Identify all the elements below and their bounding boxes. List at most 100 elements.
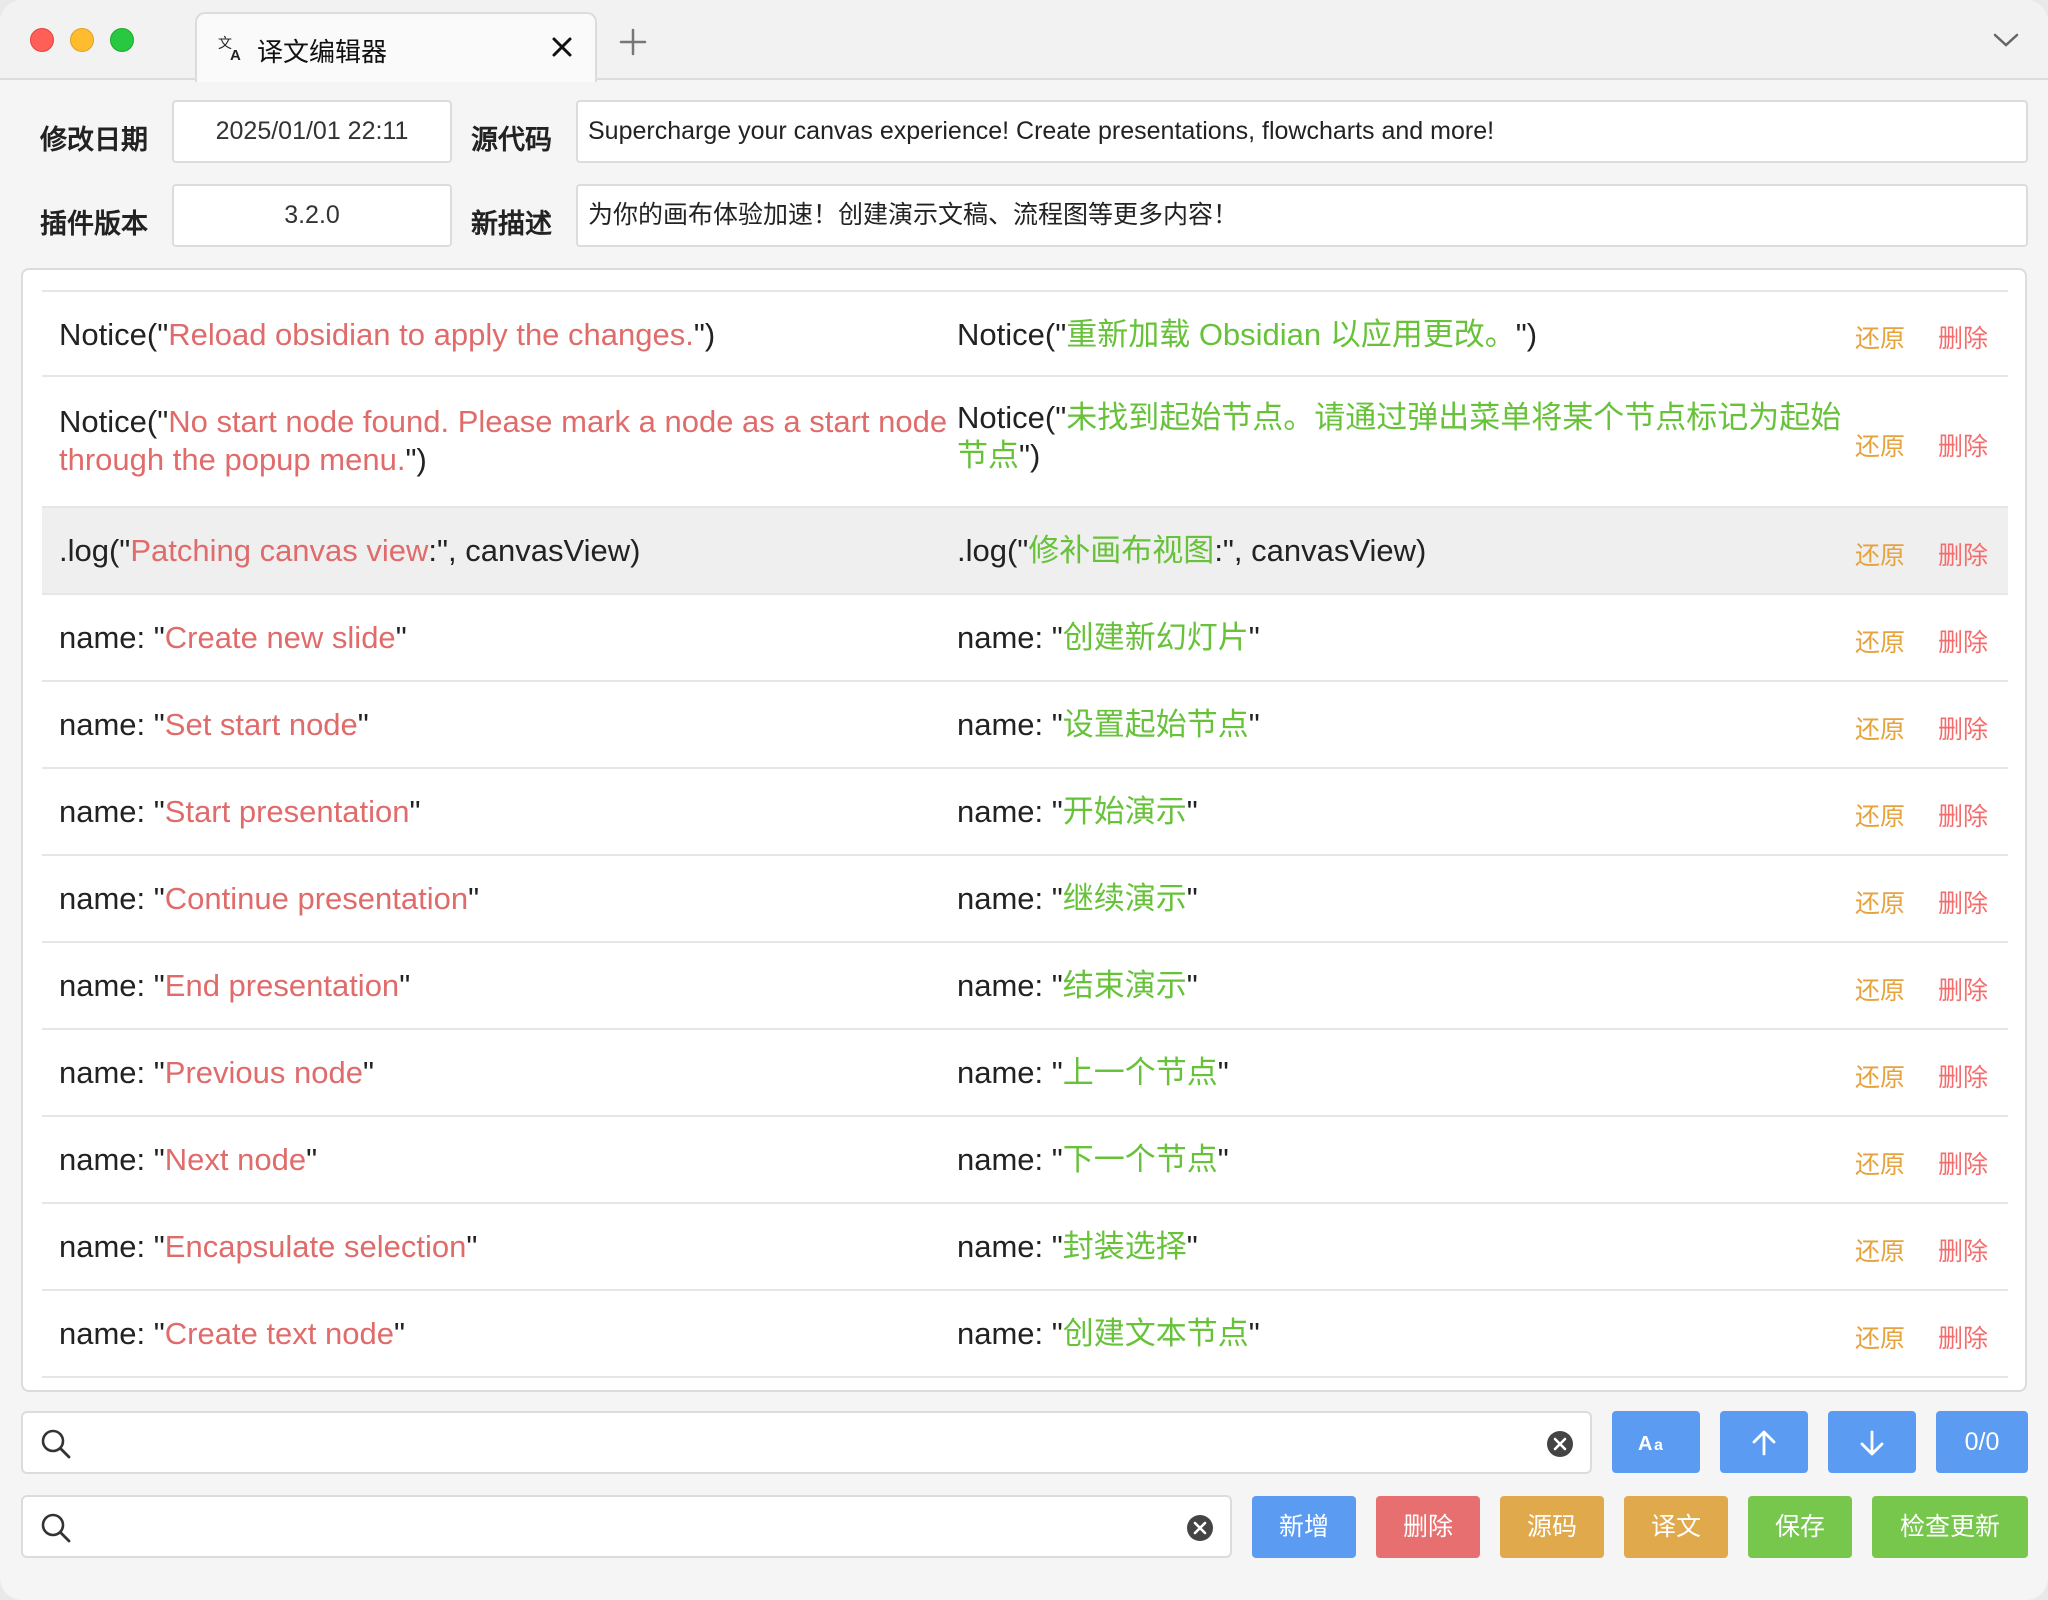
translation-list[interactable]: Notice("Reload obsidian to apply the cha… xyxy=(42,290,2008,1380)
table-row[interactable]: name: "Next node" name: "下一个节点" 还原 删除 xyxy=(42,1117,2008,1204)
delete-button[interactable]: 删除 xyxy=(1376,1496,1480,1558)
filter-input[interactable] xyxy=(83,1507,1163,1547)
source-cell[interactable]: name: "Continue presentation" xyxy=(59,880,949,918)
source-description-field[interactable]: Supercharge your canvas experience! Crea… xyxy=(576,100,2028,163)
match-case-button[interactable]: A a xyxy=(1612,1411,1700,1473)
table-row[interactable]: name: "End presentation" name: "结束演示" 还原 删除 xyxy=(42,943,2008,1030)
restore-link[interactable]: 还原 xyxy=(1855,797,1905,833)
source-cell[interactable]: name: "Encapsulate selection" xyxy=(59,1228,949,1266)
restore-link[interactable]: 还原 xyxy=(1855,427,1905,463)
table-row[interactable]: name: "Set start node" name: "设置起始节点" 还原 删除 xyxy=(42,682,2008,769)
table-row[interactable]: name: "Previous node" name: "上一个节点" 还原 删除 xyxy=(42,1030,2008,1117)
delete-link[interactable]: 删除 xyxy=(1938,884,1988,920)
delete-link[interactable]: 删除 xyxy=(1938,710,1988,746)
table-row[interactable]: name: "Create new slide" name: "创建新幻灯片" 还原… xyxy=(42,595,2008,682)
source-cell[interactable]: name: "Previous node" xyxy=(59,1054,949,1092)
check-update-button[interactable]: 检查更新 xyxy=(1872,1496,2028,1558)
restore-link[interactable]: 还原 xyxy=(1855,536,1905,572)
translation-cell[interactable]: .log("修补画布视图:", canvasView) xyxy=(957,532,1847,570)
translation-cell[interactable]: name: "结束演示" xyxy=(957,967,1847,1005)
restore-link[interactable]: 还原 xyxy=(1855,1145,1905,1181)
translation-prefix: name: " xyxy=(957,1229,1063,1264)
translation-cell[interactable]: name: "上一个节点" xyxy=(957,1054,1847,1092)
table-row[interactable]: name: "Continue presentation" name: "继续演示… xyxy=(42,856,2008,943)
save-button[interactable]: 保存 xyxy=(1748,1496,1852,1558)
translation-suffix: ") xyxy=(1019,438,1041,473)
source-text: Set start node xyxy=(164,707,358,742)
source-prefix: .log(" xyxy=(59,533,131,568)
table-row[interactable]: Notice("Reload obsidian to apply the cha… xyxy=(42,292,2008,377)
translation-suffix: " xyxy=(1248,1316,1260,1351)
source-cell[interactable]: Notice("No start node found. Please mark… xyxy=(59,403,949,479)
delete-link[interactable]: 删除 xyxy=(1938,1145,1988,1181)
translation-cell[interactable]: name: "创建文本节点" xyxy=(957,1315,1847,1353)
translation-cell[interactable]: Notice("未找到起始节点。请通过弹出菜单将某个节点标记为起始节点") xyxy=(957,399,1847,475)
find-input[interactable] xyxy=(83,1423,1513,1463)
translation-cell[interactable]: name: "封装选择" xyxy=(957,1228,1847,1266)
translation-cell[interactable]: name: "下一个节点" xyxy=(957,1141,1847,1179)
restore-link[interactable]: 还原 xyxy=(1855,971,1905,1007)
source-cell[interactable]: name: "Next node" xyxy=(59,1141,949,1179)
minimize-window-button[interactable] xyxy=(70,28,94,52)
source-cell[interactable]: Notice("Reload obsidian to apply the cha… xyxy=(59,316,949,354)
restore-link[interactable]: 还原 xyxy=(1855,884,1905,920)
table-row[interactable]: Notice("No start node found. Please mark… xyxy=(42,377,2008,508)
previous-match-button[interactable] xyxy=(1720,1411,1808,1473)
restore-link[interactable]: 还原 xyxy=(1855,1232,1905,1268)
translation-cell[interactable]: name: "创建新幻灯片" xyxy=(957,619,1847,657)
restore-link[interactable]: 还原 xyxy=(1855,623,1905,659)
restore-link[interactable]: 还原 xyxy=(1855,1319,1905,1355)
delete-link[interactable]: 删除 xyxy=(1938,1232,1988,1268)
restore-link[interactable]: 还原 xyxy=(1855,710,1905,746)
source-prefix: Notice(" xyxy=(59,404,169,439)
translation-suffix: " xyxy=(1186,794,1198,829)
source-cell[interactable]: name: "Start presentation" xyxy=(59,793,949,831)
restore-link[interactable]: 还原 xyxy=(1855,319,1905,355)
table-row[interactable]: .log("Patching canvas view:", canvasView… xyxy=(42,508,2008,595)
delete-link[interactable]: 删除 xyxy=(1938,427,1988,463)
delete-link[interactable]: 删除 xyxy=(1938,971,1988,1007)
delete-link[interactable]: 删除 xyxy=(1938,623,1988,659)
translation-cell[interactable]: Notice("重新加载 Obsidian 以应用更改。") xyxy=(957,316,1847,354)
source-suffix: :", canvasView) xyxy=(428,533,641,568)
add-button[interactable]: 新增 xyxy=(1252,1496,1356,1558)
source-cell[interactable]: name: "Create new slide" xyxy=(59,619,949,657)
source-cell[interactable]: name: "Set start node" xyxy=(59,706,949,744)
source-cell[interactable]: .log("Patching canvas view:", canvasView… xyxy=(59,532,949,570)
new-tab-icon[interactable] xyxy=(617,26,649,58)
close-tab-icon[interactable] xyxy=(547,32,577,62)
svg-text:A: A xyxy=(1638,1433,1652,1455)
source-button[interactable]: 源码 xyxy=(1500,1496,1604,1558)
delete-link[interactable]: 删除 xyxy=(1938,536,1988,572)
translation-cell[interactable]: name: "开始演示" xyxy=(957,793,1847,831)
zoom-window-button[interactable] xyxy=(110,28,134,52)
table-row[interactable]: name: "Start presentation" name: "开始演示" 还原… xyxy=(42,769,2008,856)
source-prefix: name: " xyxy=(59,707,165,742)
source-prefix: Notice(" xyxy=(59,317,169,352)
delete-link[interactable]: 删除 xyxy=(1938,1058,1988,1094)
translation-button[interactable]: 译文 xyxy=(1624,1496,1728,1558)
clear-find-icon[interactable] xyxy=(1546,1430,1574,1458)
close-window-button[interactable] xyxy=(30,28,54,52)
translation-suffix: " xyxy=(1217,1055,1229,1090)
source-cell[interactable]: name: "Create text node" xyxy=(59,1315,949,1353)
next-match-button[interactable] xyxy=(1828,1411,1916,1473)
source-suffix: " xyxy=(362,1055,374,1090)
translation-cell[interactable]: name: "设置起始节点" xyxy=(957,706,1847,744)
clear-filter-icon[interactable] xyxy=(1186,1514,1214,1542)
table-row[interactable]: name: "Encapsulate selection" name: "封装选择… xyxy=(42,1204,2008,1291)
delete-link[interactable]: 删除 xyxy=(1938,1319,1988,1355)
tab-translation-editor[interactable]: 文 A 译文编辑器 xyxy=(195,12,597,82)
table-row[interactable]: name: "Create text node" name: "创建文本节点" 还原… xyxy=(42,1291,2008,1378)
delete-link[interactable]: 删除 xyxy=(1938,319,1988,355)
translation-prefix: name: " xyxy=(957,1142,1063,1177)
new-description-field[interactable]: 为你的画布体验加速！创建演示文稿、流程图等更多内容！ xyxy=(576,184,2028,247)
translation-text: 未找到起始节点。请通过弹出菜单将某个节点标记为起始节点 xyxy=(957,400,1842,473)
source-cell[interactable]: name: "End presentation" xyxy=(59,967,949,1005)
translation-cell[interactable]: name: "继续演示" xyxy=(957,880,1847,918)
chevron-down-icon[interactable] xyxy=(1992,30,2020,50)
svg-text:A: A xyxy=(230,47,241,63)
delete-link[interactable]: 删除 xyxy=(1938,797,1988,833)
restore-link[interactable]: 还原 xyxy=(1855,1058,1905,1094)
plugin-version-field: 3.2.0 xyxy=(172,184,452,247)
